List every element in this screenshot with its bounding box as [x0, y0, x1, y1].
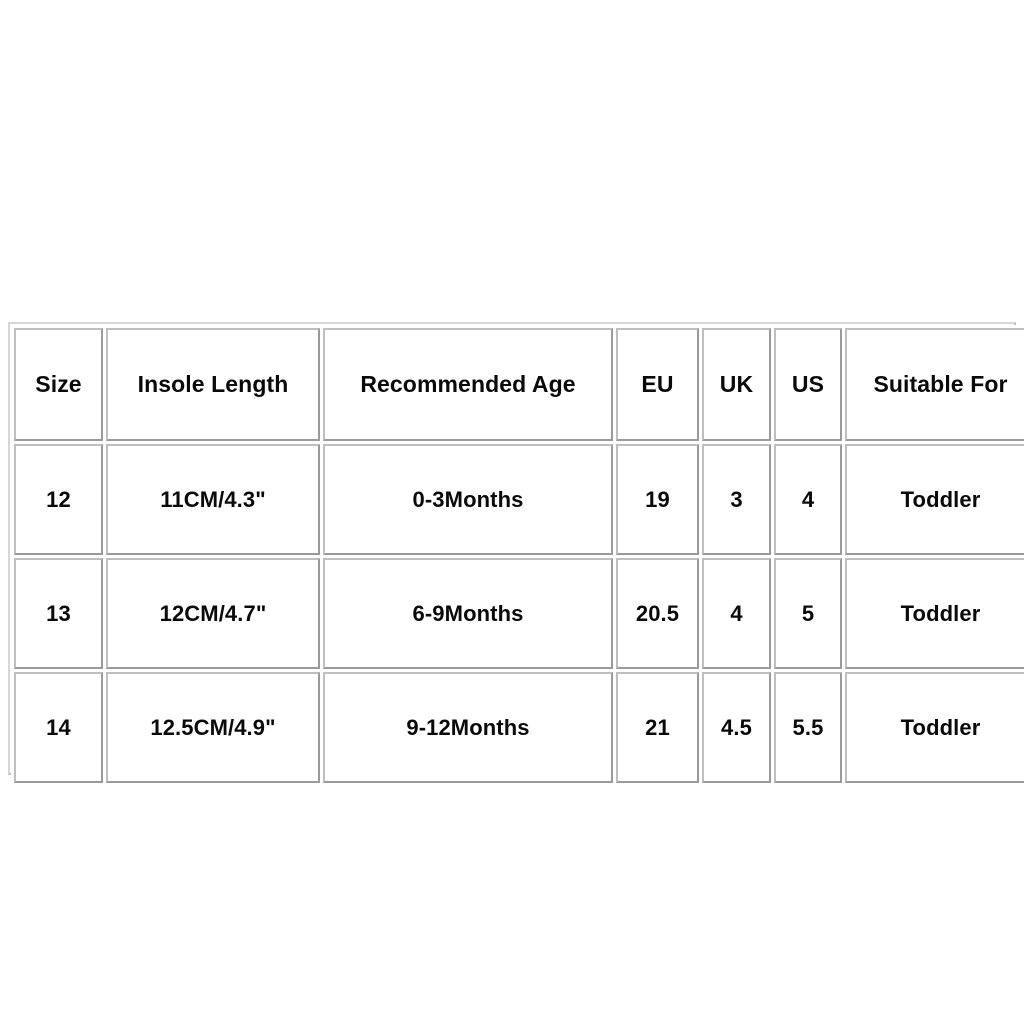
cell-age: 6-9Months [323, 558, 613, 669]
cell-eu: 19 [616, 444, 699, 555]
column-header-eu: EU [616, 328, 699, 441]
table-header-row: Size Insole Length Recommended Age EU UK… [14, 328, 1024, 441]
column-header-insole-length: Insole Length [106, 328, 320, 441]
column-header-size: Size [14, 328, 103, 441]
table-row: 12 11CM/4.3" 0-3Months 19 3 4 Toddler [14, 444, 1024, 555]
cell-age: 0-3Months [323, 444, 613, 555]
cell-insole: 11CM/4.3" [106, 444, 320, 555]
column-header-suitable-for: Suitable For [845, 328, 1024, 441]
table-body: 12 11CM/4.3" 0-3Months 19 3 4 Toddler 13… [14, 444, 1024, 783]
cell-size: 13 [14, 558, 103, 669]
cell-eu: 20.5 [616, 558, 699, 669]
table-row: 13 12CM/4.7" 6-9Months 20.5 4 5 Toddler [14, 558, 1024, 669]
cell-us: 5.5 [774, 672, 842, 783]
column-header-uk: UK [702, 328, 771, 441]
cell-us: 5 [774, 558, 842, 669]
column-header-us: US [774, 328, 842, 441]
cell-size: 12 [14, 444, 103, 555]
cell-suitable: Toddler [845, 672, 1024, 783]
cell-age: 9-12Months [323, 672, 613, 783]
cell-us: 4 [774, 444, 842, 555]
cell-suitable: Toddler [845, 558, 1024, 669]
cell-insole: 12CM/4.7" [106, 558, 320, 669]
cell-size: 14 [14, 672, 103, 783]
table-header: Size Insole Length Recommended Age EU UK… [14, 328, 1024, 441]
table-row: 14 12.5CM/4.9" 9-12Months 21 4.5 5.5 Tod… [14, 672, 1024, 783]
shoe-size-chart-table: Size Insole Length Recommended Age EU UK… [11, 325, 1024, 786]
column-header-recommended-age: Recommended Age [323, 328, 613, 441]
cell-uk: 3 [702, 444, 771, 555]
cell-suitable: Toddler [845, 444, 1024, 555]
size-chart-container: Size Insole Length Recommended Age EU UK… [8, 322, 1024, 786]
cell-eu: 21 [616, 672, 699, 783]
cell-uk: 4 [702, 558, 771, 669]
cell-insole: 12.5CM/4.9" [106, 672, 320, 783]
cell-uk: 4.5 [702, 672, 771, 783]
